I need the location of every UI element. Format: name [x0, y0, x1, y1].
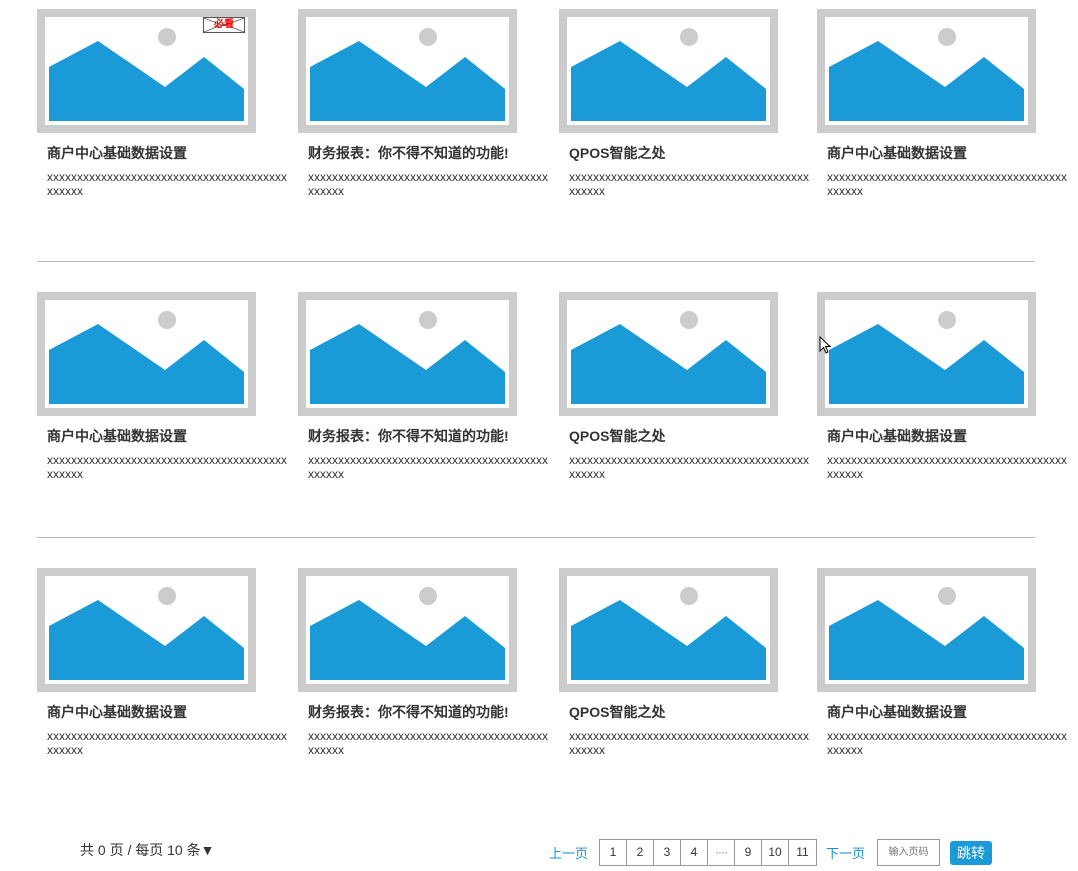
article-card[interactable]: 财务报表：你不得不知道的功能! xxxxxxxxxxxxxxxxxxxxxxxxx… [298, 568, 548, 768]
image-placeholder-icon [45, 17, 248, 125]
article-title[interactable]: 财务报表：你不得不知道的功能! [308, 426, 509, 446]
page-number-button[interactable]: 3 [654, 840, 681, 865]
pagination-info-text: 共 0 页 / 每页 10 条 [80, 842, 201, 858]
row-divider [37, 537, 1035, 538]
article-summary: xxxxxxxxxxxxxxxxxxxxxxxxxxxxxxxxxxxxxxxx… [308, 453, 548, 481]
article-title[interactable]: QPOS智能之处 [569, 702, 665, 722]
page-ellipsis: ···· [708, 840, 735, 865]
article-summary: xxxxxxxxxxxxxxxxxxxxxxxxxxxxxxxxxxxxxxxx… [47, 453, 287, 481]
article-thumbnail[interactable] [817, 9, 1036, 133]
article-title[interactable]: QPOS智能之处 [569, 143, 665, 163]
article-title[interactable]: 商户中心基础数据设置 [47, 702, 187, 722]
article-card[interactable]: 必看商户中心基础数据设置 xxxxxxxxxxxxxxxxxxxxxxxxxxxx… [37, 9, 287, 209]
article-thumbnail[interactable] [559, 292, 778, 416]
article-thumbnail[interactable] [298, 568, 517, 692]
next-page-link[interactable]: 下一页 [826, 843, 865, 862]
article-title[interactable]: 商户中心基础数据设置 [47, 426, 187, 446]
page-number-list: 1 2 3 4 ···· 9 10 11 [599, 839, 817, 866]
article-card[interactable]: QPOS智能之处 xxxxxxxxxxxxxxxxxxxxxxxxxxxxxxxx… [559, 292, 809, 492]
article-card[interactable]: QPOS智能之处 xxxxxxxxxxxxxxxxxxxxxxxxxxxxxxxx… [559, 568, 809, 768]
image-placeholder-icon [306, 576, 509, 684]
article-summary: xxxxxxxxxxxxxxxxxxxxxxxxxxxxxxxxxxxxxxxx… [827, 729, 1067, 757]
article-title[interactable]: 商户中心基础数据设置 [827, 426, 967, 446]
image-placeholder-icon [45, 300, 248, 408]
article-summary: xxxxxxxxxxxxxxxxxxxxxxxxxxxxxxxxxxxxxxxx… [47, 170, 287, 198]
article-summary: xxxxxxxxxxxxxxxxxxxxxxxxxxxxxxxxxxxxxxxx… [569, 170, 809, 198]
page-number-button[interactable]: 9 [735, 840, 762, 865]
article-card[interactable]: 商户中心基础数据设置 xxxxxxxxxxxxxxxxxxxxxxxxxxxxxx… [37, 568, 287, 768]
article-thumbnail[interactable] [559, 568, 778, 692]
image-placeholder-icon [825, 576, 1028, 684]
image-placeholder-icon [567, 576, 770, 684]
article-card[interactable]: 财务报表：你不得不知道的功能! xxxxxxxxxxxxxxxxxxxxxxxxx… [298, 9, 548, 209]
article-thumbnail[interactable] [37, 292, 256, 416]
article-title[interactable]: 商户中心基础数据设置 [827, 143, 967, 163]
must-read-badge: 必看 [203, 17, 245, 33]
article-thumbnail[interactable] [37, 568, 256, 692]
row-divider [37, 261, 1035, 262]
page-number-button[interactable]: 4 [681, 840, 708, 865]
per-page-dropdown-icon[interactable]: ▼ [201, 842, 215, 858]
article-summary: xxxxxxxxxxxxxxxxxxxxxxxxxxxxxxxxxxxxxxxx… [827, 453, 1067, 481]
article-title[interactable]: 商户中心基础数据设置 [827, 702, 967, 722]
article-title[interactable]: 财务报表：你不得不知道的功能! [308, 702, 509, 722]
page-number-button[interactable]: 10 [762, 840, 789, 865]
article-card[interactable]: 商户中心基础数据设置 xxxxxxxxxxxxxxxxxxxxxxxxxxxxxx… [37, 292, 287, 492]
goto-page-button[interactable]: 跳转 [950, 841, 992, 865]
article-summary: xxxxxxxxxxxxxxxxxxxxxxxxxxxxxxxxxxxxxxxx… [308, 170, 548, 198]
article-thumbnail[interactable] [817, 292, 1036, 416]
page-number-button[interactable]: 1 [600, 840, 627, 865]
image-placeholder-icon [567, 17, 770, 125]
image-placeholder-icon [306, 300, 509, 408]
article-thumbnail[interactable] [298, 9, 517, 133]
prev-page-link[interactable]: 上一页 [549, 843, 588, 862]
image-placeholder-icon [45, 576, 248, 684]
article-card[interactable]: 财务报表：你不得不知道的功能! xxxxxxxxxxxxxxxxxxxxxxxxx… [298, 292, 548, 492]
image-placeholder-icon [825, 17, 1028, 125]
image-placeholder-icon [825, 300, 1028, 408]
article-card[interactable]: 商户中心基础数据设置 xxxxxxxxxxxxxxxxxxxxxxxxxxxxxx… [817, 292, 1067, 492]
page-number-button[interactable]: 11 [789, 840, 816, 865]
image-placeholder-icon [567, 300, 770, 408]
pagination-info: 共 0 页 / 每页 10 条▼ [80, 840, 214, 860]
article-summary: xxxxxxxxxxxxxxxxxxxxxxxxxxxxxxxxxxxxxxxx… [569, 729, 809, 757]
article-title[interactable]: 商户中心基础数据设置 [47, 143, 187, 163]
article-thumbnail[interactable] [817, 568, 1036, 692]
article-card[interactable]: QPOS智能之处 xxxxxxxxxxxxxxxxxxxxxxxxxxxxxxxx… [559, 9, 809, 209]
article-summary: xxxxxxxxxxxxxxxxxxxxxxxxxxxxxxxxxxxxxxxx… [308, 729, 548, 757]
image-placeholder-icon [306, 17, 509, 125]
must-read-badge-label: 必看 [214, 19, 234, 30]
article-thumbnail[interactable]: 必看 [37, 9, 256, 133]
article-summary: xxxxxxxxxxxxxxxxxxxxxxxxxxxxxxxxxxxxxxxx… [47, 729, 287, 757]
article-card[interactable]: 商户中心基础数据设置 xxxxxxxxxxxxxxxxxxxxxxxxxxxxxx… [817, 568, 1067, 768]
article-thumbnail[interactable] [298, 292, 517, 416]
page-number-button[interactable]: 2 [627, 840, 654, 865]
article-card[interactable]: 商户中心基础数据设置 xxxxxxxxxxxxxxxxxxxxxxxxxxxxxx… [817, 9, 1067, 209]
article-summary: xxxxxxxxxxxxxxxxxxxxxxxxxxxxxxxxxxxxxxxx… [827, 170, 1067, 198]
article-thumbnail[interactable] [559, 9, 778, 133]
mouse-cursor-icon [819, 336, 831, 354]
article-title[interactable]: 财务报表：你不得不知道的功能! [308, 143, 509, 163]
article-title[interactable]: QPOS智能之处 [569, 426, 665, 446]
goto-page-input[interactable] [877, 839, 940, 866]
article-summary: xxxxxxxxxxxxxxxxxxxxxxxxxxxxxxxxxxxxxxxx… [569, 453, 809, 481]
